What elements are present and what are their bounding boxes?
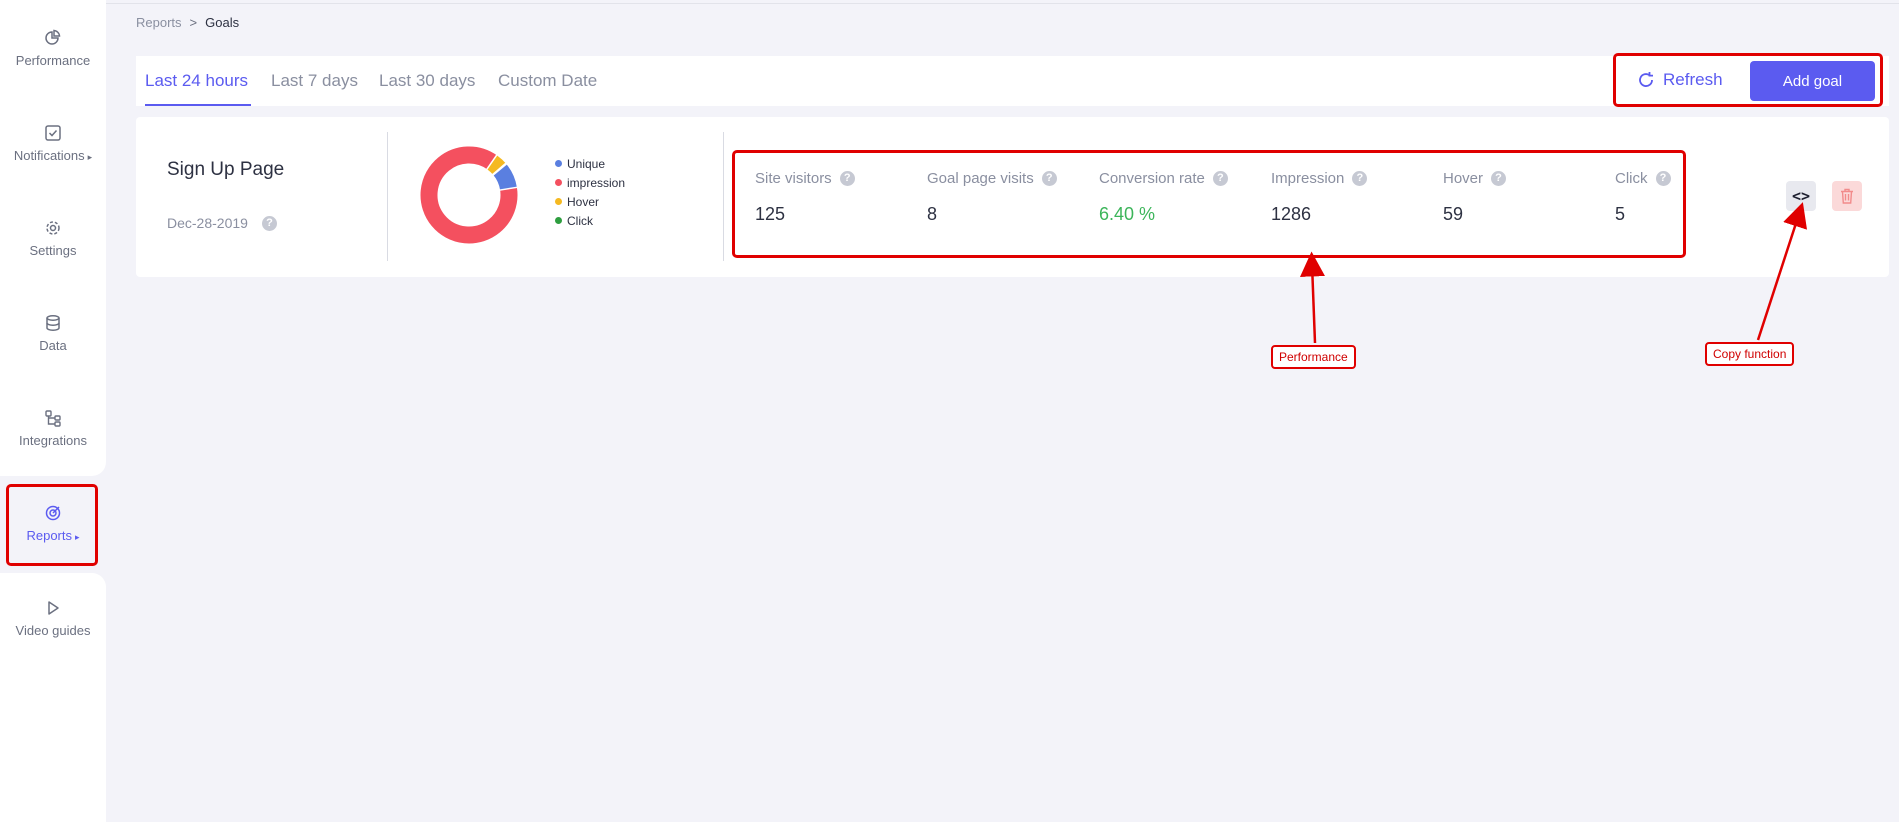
sidebar-item-data[interactable]: Data: [0, 314, 106, 353]
tab-last-7-days[interactable]: Last 7 days: [271, 71, 358, 91]
top-divider: [106, 3, 1899, 4]
breadcrumb: Reports > Goals: [136, 15, 239, 30]
legend-item-hover: Hover: [555, 192, 625, 211]
donut-slice-impression: [420, 146, 518, 244]
sidebar-item-label: Performance: [15, 53, 91, 68]
sidebar-item-notifications[interactable]: Notifications ▸: [0, 124, 106, 163]
sidebar-item-label: Video guides: [15, 623, 91, 638]
annotation-label-copy-function: Copy function: [1705, 342, 1795, 366]
sidebar-item-settings[interactable]: Settings: [0, 219, 106, 258]
legend-dot: [555, 160, 562, 167]
breadcrumb-current: Goals: [205, 15, 240, 30]
chart-legend: Unique impression Hover Click: [555, 154, 625, 230]
trash-icon: [1841, 188, 1853, 204]
integrations-icon: [45, 410, 61, 427]
legend-dot: [555, 179, 562, 186]
sidebar-item-performance[interactable]: Performance: [0, 29, 106, 68]
annotation-box-performance: [732, 150, 1686, 258]
delete-goal-button[interactable]: [1832, 181, 1862, 211]
sidebar-item-label: Integrations: [19, 433, 87, 448]
pie-chart-icon: [45, 29, 61, 45]
legend-label: Hover: [567, 194, 600, 209]
caret-right-icon: ▸: [87, 152, 93, 162]
legend-dot: [555, 198, 562, 205]
database-icon: [46, 315, 60, 331]
goal-donut-chart: [420, 146, 518, 244]
goal-name: Sign Up Page: [167, 159, 285, 180]
breadcrumb-separator: >: [189, 15, 198, 30]
play-icon: [48, 601, 59, 615]
tab-last-24-hours[interactable]: Last 24 hours: [145, 71, 248, 91]
legend-item-unique: Unique: [555, 154, 625, 173]
annotation-box-toolbar: [1613, 53, 1883, 107]
sidebar-item-integrations[interactable]: Integrations: [0, 409, 106, 448]
goal-date-text: Dec-28-2019: [167, 215, 248, 231]
legend-item-click: Click: [555, 211, 625, 230]
card-divider: [723, 132, 724, 261]
checkbox-icon: [45, 125, 61, 141]
annotation-label-performance: Performance: [1271, 345, 1356, 369]
card-divider: [387, 132, 388, 261]
active-tab-indicator: [145, 104, 251, 106]
sidebar-item-label: Notifications: [13, 148, 85, 163]
breadcrumb-parent[interactable]: Reports: [136, 15, 182, 30]
legend-label: Unique: [567, 156, 606, 171]
tab-last-30-days[interactable]: Last 30 days: [379, 71, 475, 91]
sidebar-item-label: Data: [39, 338, 67, 353]
legend-item-impression: impression: [555, 173, 625, 192]
legend-label: Click: [567, 213, 593, 228]
legend-label: impression: [567, 175, 626, 190]
sidebar-item-video-guides[interactable]: Video guides: [0, 599, 106, 638]
code-icon: <>: [1791, 187, 1811, 205]
sidebar-item-label: Settings: [29, 243, 77, 258]
goal-date: Dec-28-2019 ?: [167, 215, 277, 231]
copy-code-button[interactable]: <>: [1786, 181, 1816, 211]
tab-custom-date[interactable]: Custom Date: [498, 71, 597, 91]
legend-dot: [555, 217, 562, 224]
help-icon[interactable]: ?: [261, 215, 277, 231]
annotation-box-reports: [6, 484, 98, 566]
gear-icon: [46, 221, 60, 235]
sidebar: Performance Notifications ▸ Settings Data: [0, 0, 106, 822]
